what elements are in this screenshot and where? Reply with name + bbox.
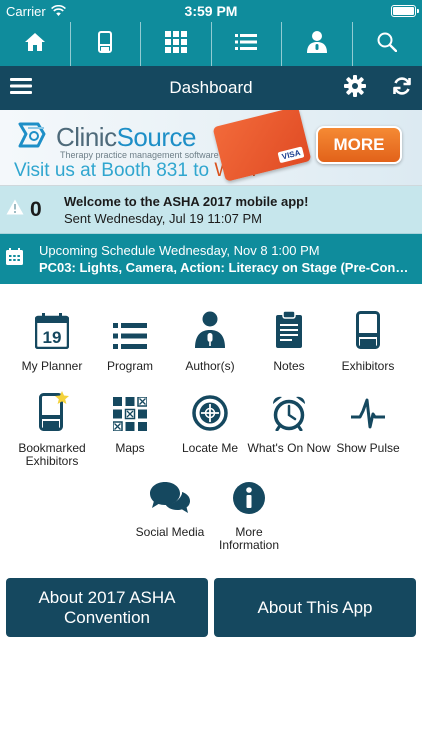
pulse-icon [351,397,385,434]
alert-sent-time: Sent Wednesday, Jul 19 11:07 PM [64,210,263,226]
nav-tab-home[interactable] [0,22,71,66]
grid-label: Social Media [135,525,205,539]
grid-item-social-media[interactable]: Social Media [128,478,212,539]
about-app-button[interactable]: About This App [214,578,416,637]
grid-item-maps[interactable]: Maps [88,394,172,455]
nav-tab-qr-code[interactable] [141,22,212,66]
grid-label: Locate Me [181,441,239,455]
nav-tab-list[interactable] [212,22,282,66]
brand-prefix: Clinic [56,122,117,152]
warning-icon [6,199,24,220]
grid-label: Maps [115,441,145,455]
grid-item-show-pulse[interactable]: Show Pulse [326,394,410,455]
card-label: VISA [277,146,305,164]
sponsor-tagline: Therapy practice management software [60,150,219,160]
grid-item-notes[interactable]: Notes [247,310,331,373]
calendar-icon: 19 [34,313,70,352]
schedule-text: Upcoming Schedule Wednesday, Nov 8 1:00 … [39,242,409,276]
list-icon [235,33,258,55]
grid-item-exhibitors[interactable]: Exhibitors [326,311,410,373]
schedule-heading: Upcoming Schedule Wednesday, Nov 8 1:00 … [39,243,320,258]
grid-item-my-planner[interactable]: 19 My Planner [10,312,94,373]
grid-label: Author(s) [185,359,235,373]
top-nav [0,22,422,66]
about-convention-button[interactable]: About 2017 ASHA Convention [6,578,208,637]
grid-label: Show Pulse [336,441,400,455]
refresh-icon[interactable] [392,76,412,101]
bottom-buttons: About 2017 ASHA Convention About This Ap… [6,578,416,637]
hamburger-menu-icon[interactable] [10,77,32,99]
grid-item-more-information[interactable]: More Information [207,478,291,552]
info-icon [232,481,266,518]
calendar-small-icon [6,248,23,270]
qr-grid-icon [164,30,187,58]
grid-label: Bookmarked Exhibitors [18,441,86,468]
map-grid-icon [112,396,148,434]
list-icon [113,323,147,352]
nav-tab-exhibitors[interactable] [71,22,141,66]
speaker-icon [194,311,226,352]
grid-item-whats-on-now[interactable]: What's On Now [247,394,331,455]
brand-suffix: Source [116,122,197,152]
grid-label: What's On Now [247,441,331,455]
presenter-icon [306,30,328,59]
home-icon [24,32,46,57]
sponsor-cta: Visit us at Booth 831 to WIN! [14,160,257,182]
calendar-day: 19 [43,328,62,347]
more-button[interactable]: MORE [316,126,402,164]
nav-tab-presenters[interactable] [282,22,353,66]
wifi-icon [50,4,66,19]
grid-label: Program [106,359,153,373]
alert-text: Welcome to the ASHA 2017 mobile app! Sen… [64,193,308,227]
alert-banner[interactable]: 0 Welcome to the ASHA 2017 mobile app! S… [0,186,422,234]
alert-count: 0 [30,197,42,221]
sponsor-brand-name: ClinicSource [56,122,196,153]
carrier-label: Carrier [6,3,46,19]
grid-label: My Planner [21,359,83,373]
grid-label: Notes [273,359,305,373]
grid-label: Exhibitors [341,359,395,373]
exhibitor-booth-icon [98,30,113,58]
status-bar: Carrier 3:59 PM [0,0,422,22]
cta-text: Visit us at Booth 831 to [14,160,215,181]
crosshair-icon [192,395,228,434]
clinicsource-logo-icon [14,120,52,155]
gift-card-image: VISA [212,110,312,182]
upcoming-schedule[interactable]: Upcoming Schedule Wednesday, Nov 8 1:00 … [0,234,422,284]
schedule-session: PC03: Lights, Camera, Action: Literacy o… [39,260,409,275]
search-icon [377,32,398,57]
battery-icon [391,5,419,17]
alarm-clock-icon [271,395,307,434]
nav-tab-search[interactable] [353,22,422,66]
notepad-icon [275,310,303,352]
booth-icon [356,311,380,352]
settings-gear-icon[interactable] [344,74,366,102]
grid-item-locate-me[interactable]: Locate Me [168,394,252,455]
title-bar: Dashboard [0,66,422,110]
grid-item-authors[interactable]: Author(s) [168,311,252,373]
grid-label: More Information [218,525,280,552]
grid-item-bookmarked-exhibitors[interactable]: Bookmarked Exhibitors [10,391,94,468]
chat-bubbles-icon [149,481,191,518]
bookmarked-booth-icon [35,391,69,434]
top-header: Carrier 3:59 PM [0,0,422,66]
grid-item-program[interactable]: Program [88,312,172,373]
alert-headline: Welcome to the ASHA 2017 mobile app! [64,193,309,209]
sponsor-banner[interactable]: ClinicSource Therapy practice management… [0,110,422,186]
